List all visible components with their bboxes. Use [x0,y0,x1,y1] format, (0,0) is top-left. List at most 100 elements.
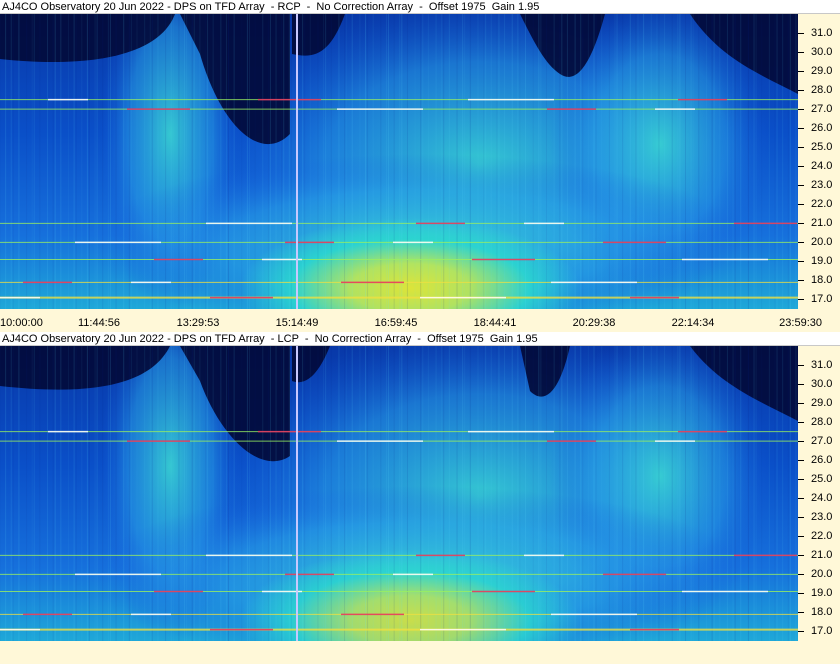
y-tick: 20.0 [798,568,840,580]
y-tick-mark [798,593,804,595]
y-tick-mark [798,365,804,367]
y-tick-mark [798,384,804,386]
y-axis-frequency: 31.0 30.0 29.0 28.0 27.0 26.0 25.0 24.0 23.0 22.0… [798,346,840,641]
y-tick: 27.0 [798,435,840,447]
y-tick-label: 22.0 [811,530,833,543]
y-tick-mark [798,166,804,168]
x-tick-label: 16:59:45 [374,317,418,329]
y-tick-mark [798,90,804,92]
y-tick: 18.0 [798,274,840,286]
y-tick-mark [798,460,804,462]
y-tick-label: 19.0 [811,587,833,600]
y-tick: 19.0 [798,255,840,267]
y-tick: 28.0 [798,416,840,428]
spectrogram-plot [0,14,798,309]
y-tick-mark [798,242,804,244]
y-tick-label: 27.0 [811,435,833,448]
y-tick: 23.0 [798,179,840,191]
y-tick-mark [798,422,804,424]
y-tick-mark [798,517,804,519]
y-tick-label: 31.0 [811,27,833,40]
y-tick-label: 23.0 [811,511,833,524]
chart-title: AJ4CO Observatory 20 Jun 2022 - DPS on T… [0,332,840,346]
y-tick-label: 26.0 [811,454,833,467]
y-tick: 29.0 [798,397,840,409]
y-tick-mark [798,185,804,187]
y-tick-label: 30.0 [811,378,833,391]
x-tick-label: 20:29:38 [572,317,616,329]
y-tick: 31.0 [798,27,840,39]
y-tick-label: 24.0 [811,160,833,173]
x-tick-label: 22:14:34 [671,317,715,329]
y-tick-label: 18.0 [811,274,833,287]
y-tick: 22.0 [798,198,840,210]
chart-title: AJ4CO Observatory 20 Jun 2022 - DPS on T… [0,0,840,14]
y-tick-label: 30.0 [811,46,833,59]
y-tick-mark [798,109,804,111]
y-tick: 30.0 [798,378,840,390]
y-tick-mark [798,555,804,557]
y-tick-label: 18.0 [811,606,833,619]
spectrogram-svg [0,346,798,641]
y-tick-mark [798,52,804,54]
y-tick-mark [798,223,804,225]
y-tick: 21.0 [798,217,840,229]
spectrogram-panel-lcp: AJ4CO Observatory 20 Jun 2022 - DPS on T… [0,332,840,664]
y-tick-mark [798,441,804,443]
y-tick-label: 22.0 [811,198,833,211]
y-tick-mark [798,280,804,282]
spectrogram-svg [0,14,798,309]
x-tick-label: 11:44:56 [77,317,120,329]
y-tick: 25.0 [798,141,840,153]
y-tick-label: 20.0 [811,236,833,249]
y-tick: 19.0 [798,587,840,599]
y-tick: 18.0 [798,606,840,618]
y-tick: 31.0 [798,359,840,371]
y-tick-label: 23.0 [811,179,833,192]
y-tick: 26.0 [798,454,840,466]
y-tick-mark [798,128,804,130]
y-tick: 24.0 [798,160,840,172]
y-tick-mark [798,612,804,614]
y-tick: 17.0 [798,293,840,305]
y-tick: 29.0 [798,65,840,77]
y-tick: 25.0 [798,473,840,485]
x-tick-label: 18:44:41 [473,317,517,329]
y-tick-label: 25.0 [811,473,833,486]
x-tick-label: 15:14:49 [275,317,319,329]
y-tick-label: 26.0 [811,122,833,135]
y-tick: 26.0 [798,122,840,134]
y-tick: 17.0 [798,625,840,637]
y-tick-mark [798,33,804,35]
y-tick-label: 25.0 [811,141,833,154]
y-tick-label: 17.0 [811,293,833,306]
y-tick-mark [798,204,804,206]
y-tick-label: 20.0 [811,568,833,581]
y-tick: 30.0 [798,46,840,58]
y-tick-label: 28.0 [811,416,833,429]
y-tick-mark [798,536,804,538]
y-tick-label: 31.0 [811,359,833,372]
y-tick-mark [798,147,804,149]
y-tick-mark [798,574,804,576]
y-tick-label: 21.0 [811,217,833,230]
y-tick: 28.0 [798,84,840,96]
y-tick-mark [798,261,804,263]
x-axis-time [0,641,840,664]
y-tick-mark [798,498,804,500]
y-tick-mark [798,71,804,73]
y-tick-mark [798,479,804,481]
y-tick-label: 21.0 [811,549,833,562]
y-tick-label: 29.0 [811,397,833,410]
y-tick-label: 27.0 [811,103,833,116]
y-tick-label: 29.0 [811,65,833,78]
y-tick: 22.0 [798,530,840,542]
y-tick: 27.0 [798,103,840,115]
y-tick-label: 28.0 [811,84,833,97]
y-tick-mark [798,299,804,301]
y-tick-label: 17.0 [811,625,833,638]
y-tick: 23.0 [798,511,840,523]
y-tick-label: 19.0 [811,255,833,268]
y-tick-mark [798,403,804,405]
x-axis-time: 10:00:00 11:44:56 13:29:53 15:14:49 16:59:45… [0,309,840,332]
